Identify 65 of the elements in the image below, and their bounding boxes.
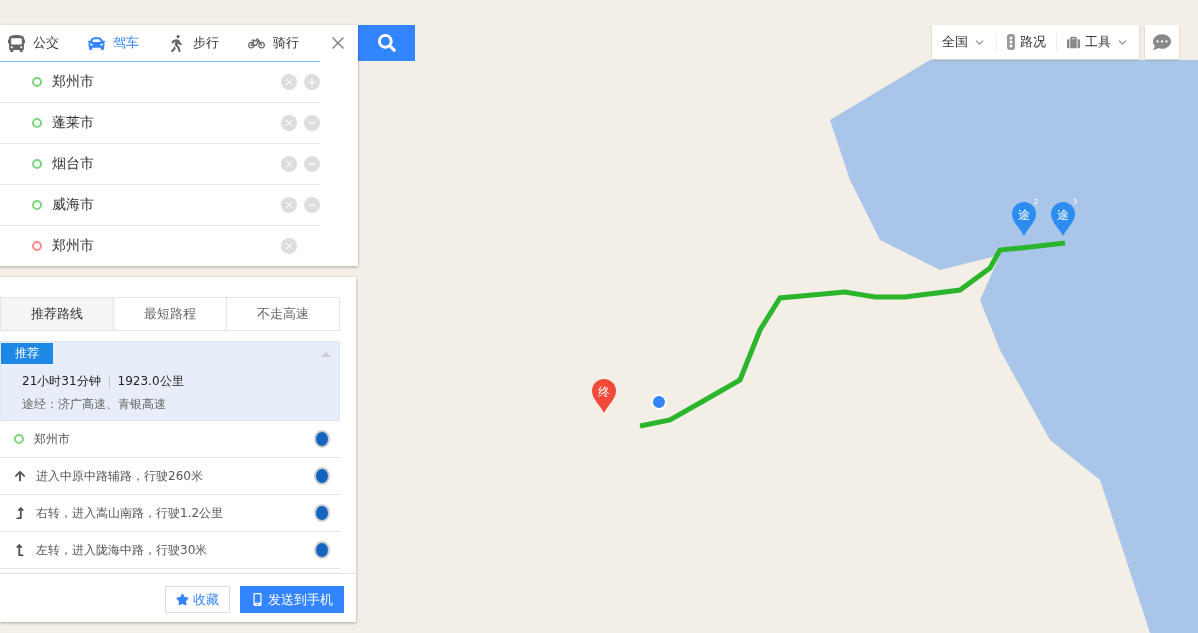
search-button[interactable]: [358, 25, 415, 61]
stop-input-field[interactable]: 郑州市: [50, 73, 274, 91]
route-step-item[interactable]: 左转，进入陇海中路，行驶30米: [0, 532, 340, 569]
route-option-tab[interactable]: 推荐路线: [1, 298, 114, 330]
travel-mode-tab[interactable]: 公交: [0, 25, 80, 61]
clear-icon: [283, 76, 295, 88]
remove-stop-button[interactable]: [304, 156, 320, 172]
travel-mode-tab[interactable]: 骑行: [240, 25, 320, 61]
bus-icon: [8, 34, 25, 52]
map-tool-button[interactable]: 工具: [1057, 33, 1139, 51]
stop-input-field[interactable]: 郑州市: [50, 237, 274, 255]
chat-bubble-icon: [1153, 33, 1171, 51]
map-tool-button[interactable]: 路况: [997, 33, 1057, 51]
clear-icon: [283, 117, 295, 129]
plus-icon: [306, 76, 318, 88]
stop-point-icon: [32, 200, 42, 210]
route-duration: 21小时31分钟: [22, 373, 101, 390]
map-tool-button[interactable]: 全国: [932, 33, 997, 51]
send-to-phone-button[interactable]: 发送到手机: [240, 586, 344, 613]
clear-icon: [283, 240, 295, 252]
recommended-badge: 推荐: [1, 343, 53, 364]
straight-arrow-icon: [14, 470, 26, 482]
car-icon: [88, 34, 105, 52]
favorite-button[interactable]: 收藏: [165, 586, 230, 613]
start-point-icon: [14, 434, 24, 444]
clear-button[interactable]: [281, 156, 297, 172]
map-pin-icon[interactable]: [314, 504, 330, 522]
stop-input-field[interactable]: 蓬莱市: [50, 114, 274, 132]
route-distance: 1923.0公里: [117, 373, 184, 390]
clear-button[interactable]: [281, 238, 297, 254]
stop-point-icon: [32, 77, 42, 87]
route-step-item[interactable]: 郑州市: [0, 421, 340, 458]
remove-stop-button[interactable]: [304, 115, 320, 131]
message-button[interactable]: [1145, 25, 1179, 59]
phone-icon: [251, 593, 264, 606]
clear-icon: [283, 158, 295, 170]
stop-input-field[interactable]: 威海市: [50, 196, 274, 214]
turn-right-icon: [14, 507, 26, 519]
clear-button[interactable]: [281, 74, 297, 90]
travel-mode-tab[interactable]: 驾车: [80, 25, 160, 61]
end-pin-marker[interactable]: 终: [592, 379, 616, 413]
stop-point-icon: [32, 159, 42, 169]
route-via-text: 途经：济广高速、青银高速: [22, 396, 167, 413]
location-dot-icon: [651, 394, 667, 410]
clear-button[interactable]: [281, 197, 297, 213]
route-step-item[interactable]: 右转，进入嵩山南路，行驶1.2公里: [0, 495, 340, 532]
clear-icon: [283, 199, 295, 211]
map-pin-icon[interactable]: [314, 430, 330, 448]
route-step-item[interactable]: 进入中原中路辅路，行驶260米: [0, 458, 340, 495]
toolbox-icon: [1067, 35, 1080, 49]
remove-stop-button[interactable]: [304, 197, 320, 213]
route-plan-card[interactable]: 推荐 21小时31分钟 1923.0公里 途经：济广高速、青银高速: [0, 341, 340, 421]
add-stop-button[interactable]: [304, 74, 320, 90]
end-point-icon: [32, 241, 42, 251]
travel-mode-tab[interactable]: 步行: [160, 25, 240, 61]
stop-input-field[interactable]: 烟台市: [50, 155, 274, 173]
turn-left-icon: [14, 544, 26, 556]
traffic-light-icon: [1007, 34, 1015, 50]
star-icon: [176, 593, 189, 606]
stop-point-icon: [32, 118, 42, 128]
search-icon: [377, 34, 396, 52]
walking-person-icon: [168, 34, 185, 52]
map-pin-icon[interactable]: [314, 467, 330, 485]
map-pin-icon[interactable]: [314, 541, 330, 559]
clear-button[interactable]: [281, 115, 297, 131]
